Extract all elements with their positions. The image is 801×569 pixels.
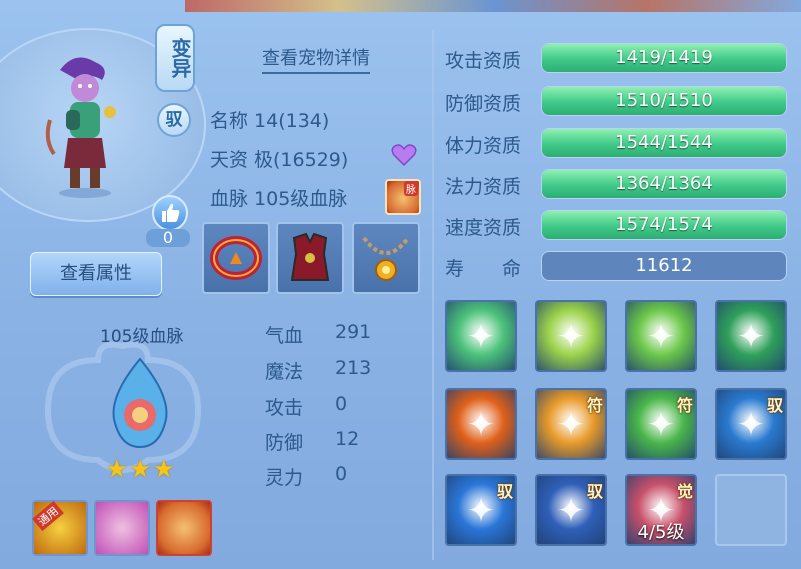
bloodline-icon-tag: 脉 (404, 181, 418, 196)
aptitude-value: 1574/1574 (615, 214, 713, 235)
stat-value: 0 (335, 393, 348, 415)
boot-skill-icon: ✦ (646, 317, 676, 357)
aptitude-bar-stamina: 1544/1544 (541, 128, 787, 158)
skill-level: 4/5级 (637, 522, 685, 543)
skill-tag: 符 (586, 396, 603, 415)
pet-bloodline-row: 血脉 105级血脉 (210, 184, 347, 211)
skill-slot[interactable]: ✦ (715, 300, 787, 372)
view-pet-details-link[interactable]: 查看宠物详情 (262, 44, 370, 74)
aptitude-value: 1419/1419 (615, 47, 713, 68)
pet-panel: 变异 驭 0 查看属性 查看宠物详情 名称 14(134) 天资 极(16529) … (0, 0, 801, 569)
armor-icon (290, 232, 330, 281)
fire-orb-skill-icon: ✦ (466, 405, 496, 445)
stat-mp: 魔法 213 (265, 357, 371, 384)
bloodline-skill-slot-2[interactable] (94, 500, 150, 556)
skill-slot[interactable]: ✦ 驭 (715, 388, 787, 460)
bloodline-skill-slot-1[interactable]: 通用 (32, 500, 88, 556)
bloodline-gem-icon[interactable] (100, 355, 180, 451)
pet-name-value: 14(134) (254, 110, 330, 132)
aptitude-bar-speed: 1574/1574 (541, 210, 787, 240)
thumbs-up-icon (162, 203, 180, 222)
stat-value: 12 (335, 428, 360, 450)
stat-value: 291 (335, 321, 372, 343)
stat-attack: 攻击 0 (265, 393, 347, 420)
skill-slot[interactable]: ✦ (445, 388, 517, 460)
aptitude-label: 速度资质 (445, 217, 522, 239)
skill-slot[interactable]: ✦ 符 (625, 388, 697, 460)
life-value-bar: 11612 (541, 251, 787, 281)
top-banner-strip (185, 0, 801, 12)
pet-figure-image (45, 57, 116, 198)
heart-wings-skill-icon: ✦ (466, 317, 496, 357)
skill-slot[interactable] (715, 474, 787, 546)
stat-value: 0 (335, 463, 348, 485)
stat-spirit: 灵力 0 (265, 463, 347, 490)
rider-skill-icon: ✦ (736, 317, 766, 357)
skill-slot[interactable]: ✦ 驭 (445, 474, 517, 546)
bloodline-skill-slot-3[interactable] (156, 500, 212, 556)
heart-icon[interactable] (391, 143, 417, 167)
mount-badge: 驭 (157, 103, 191, 137)
skill-tag: 符 (676, 396, 693, 415)
pet-bloodline-value: 105级血脉 (254, 188, 348, 210)
skill-slot[interactable]: ✦ 驭 (535, 474, 607, 546)
necklace-icon (362, 236, 410, 281)
aptitude-bar-defense: 1510/1510 (541, 86, 787, 116)
skill-slot[interactable]: ✦ (625, 300, 697, 372)
stat-label: 攻击 (265, 397, 304, 419)
stat-value: 213 (335, 357, 372, 379)
life-label-a: 寿 (445, 258, 465, 280)
bloodline-icon[interactable]: 脉 (385, 179, 421, 215)
life-label: 寿命 (445, 254, 521, 281)
bloodline-stars: ★★★ (106, 455, 177, 483)
skill-tag: 驭 (496, 482, 513, 501)
pet-name-row: 名称 14(134) (210, 106, 329, 133)
equip-slot-necklace[interactable] (352, 222, 420, 294)
stat-defense: 防御 12 (265, 428, 359, 455)
aptitude-label: 体力资质 (445, 135, 522, 157)
aptitude-label: 法力资质 (445, 176, 522, 198)
skill-slot[interactable]: ✦ 符 (535, 388, 607, 460)
empty-skill-slot (717, 476, 785, 544)
stat-label: 气血 (265, 325, 304, 347)
pet-talent-row: 天资 极(16529) (210, 145, 348, 172)
equip-slot-armor[interactable] (276, 222, 344, 294)
variant-badge: 变异 (155, 24, 195, 92)
shield-badge-skill-icon: ✦ (556, 317, 586, 357)
stat-label: 防御 (265, 432, 304, 454)
skill-tag: 觉 (676, 482, 693, 501)
aptitude-label: 防御资质 (445, 93, 522, 115)
like-button[interactable] (152, 195, 188, 231)
collar-icon (210, 236, 262, 280)
pet-bloodline-label: 血脉 (210, 188, 249, 210)
stat-label: 灵力 (265, 467, 304, 489)
like-count: 0 (146, 229, 190, 247)
skill-slot[interactable]: ✦ (535, 300, 607, 372)
skill-tag: 驭 (586, 482, 603, 501)
skill-slot[interactable]: ✦ 觉 4/5级 (625, 474, 697, 546)
aptitude-label: 攻击资质 (445, 50, 522, 72)
skill-tag: 驭 (766, 396, 783, 415)
stat-hp: 气血 291 (265, 321, 371, 348)
pet-name-label: 名称 (210, 110, 249, 132)
pet-talent-label: 天资 (210, 149, 249, 171)
view-attributes-button[interactable]: 查看属性 (30, 252, 162, 296)
equip-slot-collar[interactable] (202, 222, 270, 294)
aptitude-bar-magic: 1364/1364 (541, 169, 787, 199)
aptitude-value: 1544/1544 (615, 132, 713, 153)
life-label-b: 命 (502, 258, 522, 280)
aptitude-value: 1510/1510 (615, 90, 713, 111)
column-divider (432, 30, 434, 560)
aptitude-bar-attack: 1419/1419 (541, 43, 787, 73)
skill-slot[interactable]: ✦ (445, 300, 517, 372)
stat-label: 魔法 (265, 361, 304, 383)
pet-talent-value: 极(16529) (254, 149, 349, 171)
aptitude-value: 1364/1364 (615, 173, 713, 194)
